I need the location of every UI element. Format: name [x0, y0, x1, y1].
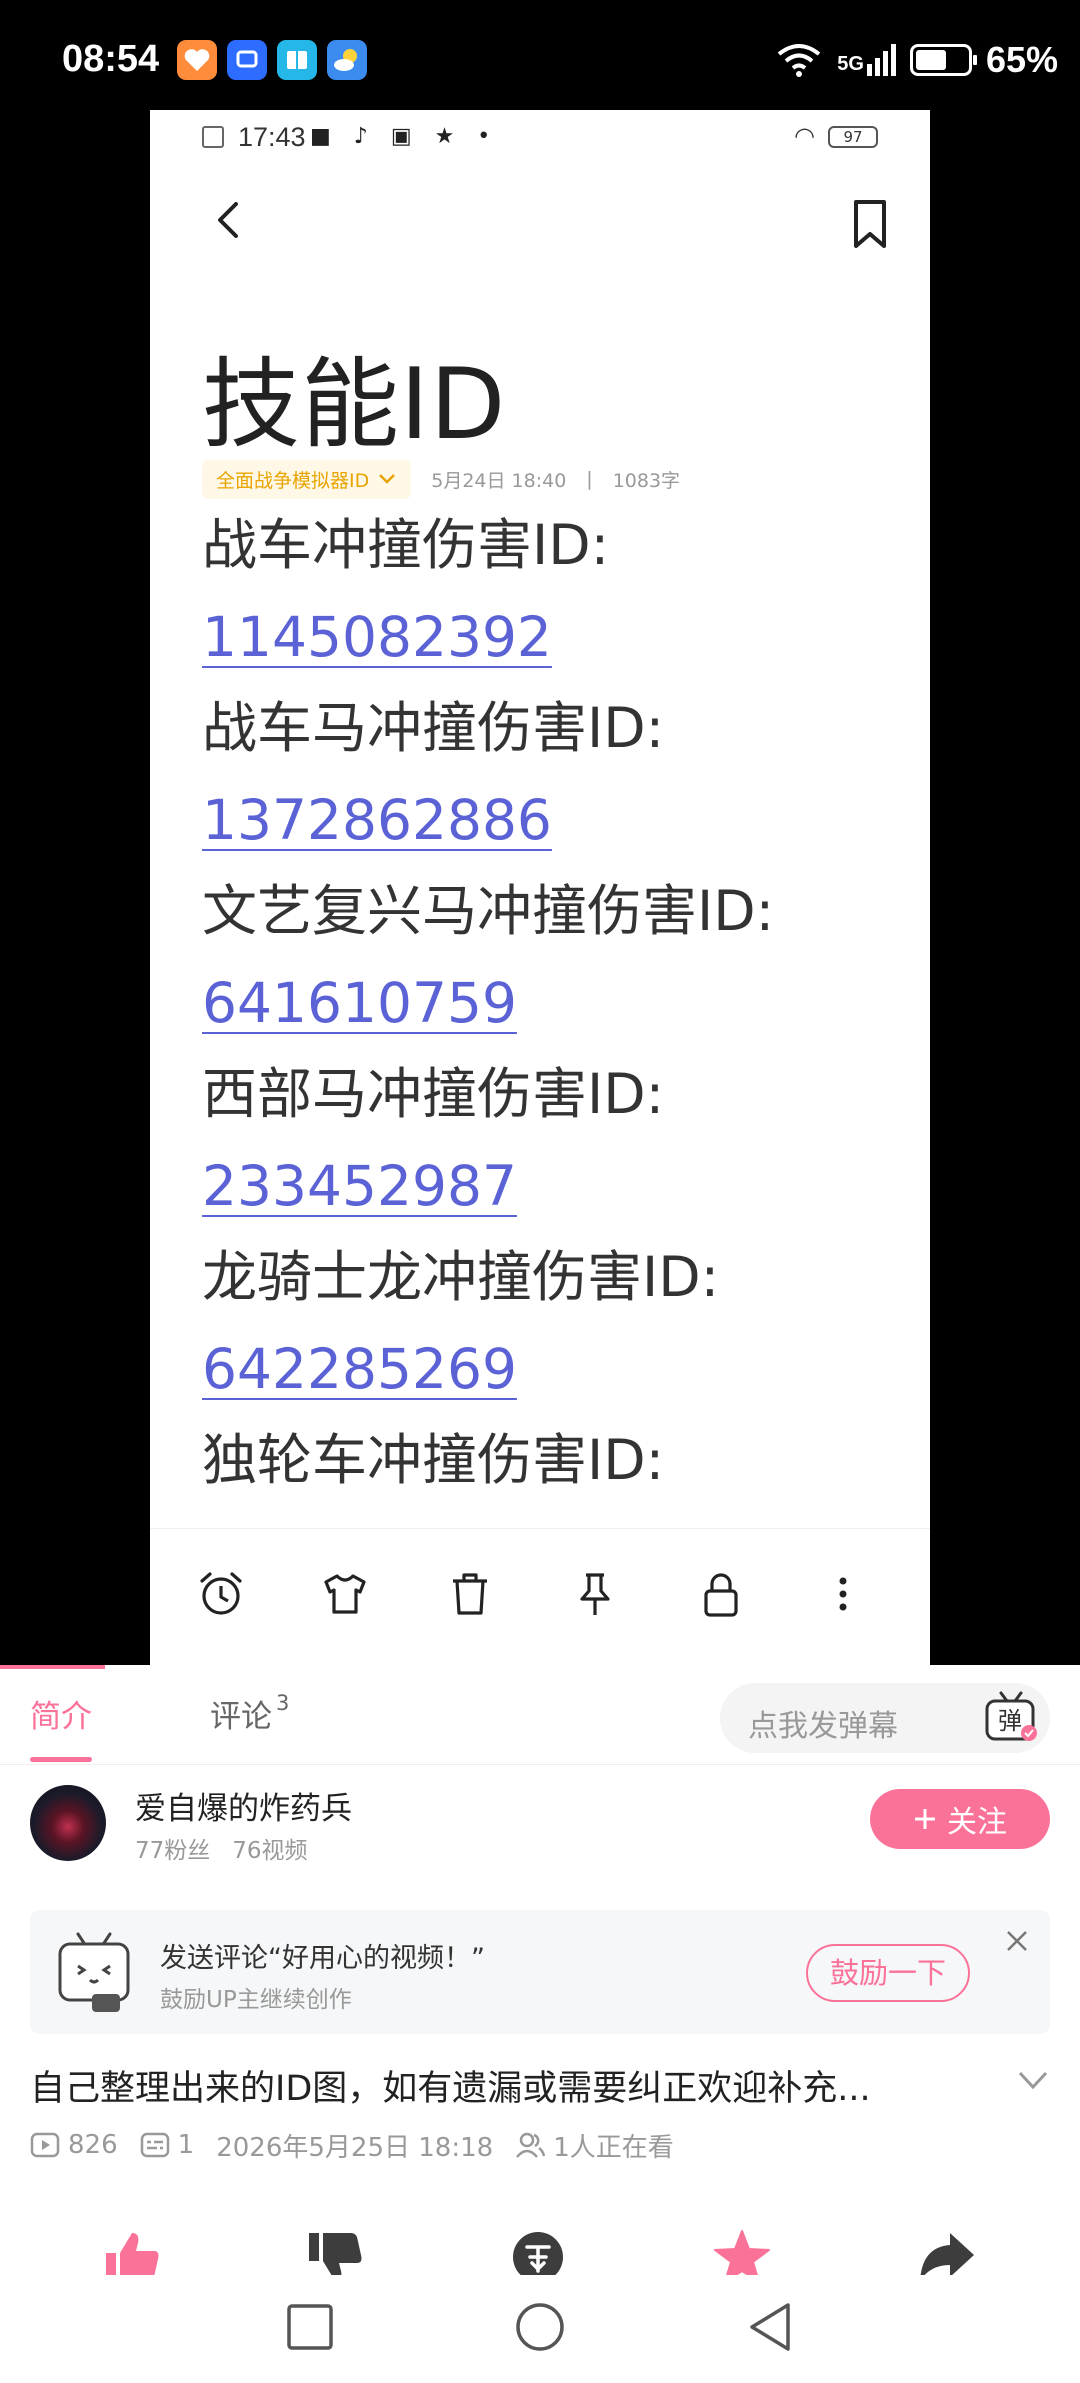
uploader-row: 爱自爆的炸药兵 77粉丝 76视频 关注: [0, 1775, 1080, 1875]
note-body: 战车冲撞伤害ID: 1145082392 战车马冲撞伤害ID: 1372862886 文…: [202, 500, 902, 1507]
books-icon: [277, 40, 317, 80]
close-icon[interactable]: [1004, 1928, 1030, 1954]
pin-icon: [580, 1573, 610, 1615]
back-button[interactable]: [742, 2299, 798, 2355]
comment-count: 3: [276, 1691, 290, 1715]
avatar[interactable]: [30, 1785, 106, 1861]
tab-indicator: [30, 1757, 92, 1762]
uploader-stats: 77粉丝 76视频: [135, 1831, 308, 1865]
chevron-down-icon: [379, 474, 396, 484]
follow-button[interactable]: 关注: [870, 1789, 1050, 1849]
status-indicators: 5G 65%: [775, 38, 1058, 82]
battery-percent: 65%: [985, 39, 1058, 80]
video-meta: 826 1 2026年5月25日 18:18 1人正在看: [30, 2127, 696, 2163]
people-icon: [516, 2132, 546, 2158]
note-id-link[interactable]: 1372862886: [202, 775, 902, 867]
note-date: 5月24日 18:40: [431, 469, 567, 492]
tv-mascot-icon: [58, 1932, 130, 2012]
tab-intro[interactable]: 简介: [30, 1691, 92, 1736]
watching-count: 1人正在看: [515, 2127, 674, 2164]
inner-status-time: 17:43: [238, 122, 306, 152]
system-navigation-bar: [0, 2275, 1080, 2383]
chevron-down-icon[interactable]: [1016, 2065, 1050, 2095]
trash-icon: [453, 1573, 487, 1615]
note-id-link[interactable]: 233452987: [202, 1141, 902, 1233]
danmaku-placeholder: 点我发弹幕: [748, 1709, 898, 1744]
note-id-link[interactable]: 641610759: [202, 958, 902, 1050]
danmaku-count-icon: [140, 2132, 169, 2158]
home-button[interactable]: [512, 2299, 568, 2355]
inner-status-icons: ■ ♪ ▣ ★ •: [310, 124, 499, 149]
back-arrow-icon: [218, 202, 238, 238]
status-bar: 08:54 5G 65%: [0, 0, 1080, 110]
note-meta: 全面战争模拟器ID 5月24日 18:40 | 1083字: [202, 459, 681, 499]
note-line: 战车马冲撞伤害ID:: [202, 696, 665, 760]
uploader-name[interactable]: 爱自爆的炸药兵: [135, 1783, 352, 1828]
more-icon: [839, 1577, 847, 1611]
follow-label: 关注: [947, 1805, 1007, 1840]
note-line: 龙骑士龙冲撞伤害ID:: [202, 1245, 720, 1309]
note-line: 文艺复兴马冲撞伤害ID:: [202, 879, 775, 943]
appgallery-icon: [227, 40, 267, 80]
signal-icon: 5G: [837, 44, 896, 76]
encourage-button[interactable]: 鼓励一下: [806, 1944, 970, 2002]
lock-icon: [704, 1573, 738, 1617]
status-time: 08:54: [62, 38, 160, 80]
danmaku-toggle-icon[interactable]: 弹: [982, 1689, 1040, 1747]
wifi-icon: [778, 44, 821, 77]
recent-apps-button[interactable]: [282, 2299, 338, 2355]
tab-comments[interactable]: 评论 3: [210, 1691, 289, 1736]
inner-battery: 97: [828, 126, 878, 148]
note-toolbar: [150, 1528, 930, 1665]
battery-icon: [909, 44, 977, 76]
shirt-icon: [324, 1574, 366, 1614]
danmaku-toggle-text: 弹: [998, 1707, 1022, 1735]
bookmark-icon: [854, 200, 886, 248]
publish-time: 2026年5月25日 18:18: [216, 2132, 494, 2163]
meta-separator: |: [586, 468, 593, 490]
alarm-icon: [200, 1572, 242, 1615]
uploader-videos: 76视频: [232, 1838, 308, 1864]
video-player[interactable]: 17:43 ■ ♪ ▣ ★ • ◠ 97 技能ID 全面战争模拟器ID 5月24…: [0, 110, 1080, 1665]
note-screenshot: 17:43 ■ ♪ ▣ ★ • ◠ 97 技能ID 全面战争模拟器ID 5月24…: [150, 110, 930, 1665]
tab-bar: 简介 评论 3 点我发弹幕 弹: [0, 1669, 1080, 1765]
play-count-icon: [30, 2132, 60, 2158]
tab-comments-label: 评论: [210, 1699, 272, 1735]
encourage-title: 发送评论“好用心的视频！”: [160, 1943, 485, 1974]
plus-icon: [915, 1809, 935, 1829]
inner-status-bar: 17:43 ■ ♪ ▣ ★ • ◠ 97: [150, 110, 930, 170]
inner-wifi-icon: ◠: [794, 122, 815, 150]
note-line: 独轮车冲撞伤害ID:: [202, 1428, 665, 1492]
note-folder: 全面战争模拟器ID: [202, 459, 412, 499]
note-line: 战车冲撞伤害ID:: [202, 513, 610, 577]
view-count: 826: [30, 2130, 118, 2160]
note-title: 技能ID: [202, 348, 507, 462]
note-id-link[interactable]: 642285269: [202, 1324, 902, 1416]
weather-icon: [327, 40, 367, 80]
encourage-card: 发送评论“好用心的视频！” 鼓励UP主继续创作 鼓励一下: [30, 1910, 1050, 2034]
notification-icon: [202, 126, 224, 148]
note-line: 西部马冲撞伤害ID:: [202, 1062, 665, 1126]
health-app-icon: [177, 40, 217, 80]
danmaku-count: 1: [140, 2130, 194, 2160]
encourage-subtitle: 鼓励UP主继续创作: [160, 1987, 352, 2013]
note-word-count: 1083字: [612, 469, 681, 492]
note-id-link[interactable]: 1145082392: [202, 592, 902, 684]
uploader-fans: 77粉丝: [135, 1838, 211, 1864]
danmaku-input[interactable]: 点我发弹幕 弹: [720, 1683, 1050, 1753]
video-title[interactable]: 自己整理出来的ID图，如有遗漏或需要纠正欢迎补充...: [30, 2060, 990, 2111]
